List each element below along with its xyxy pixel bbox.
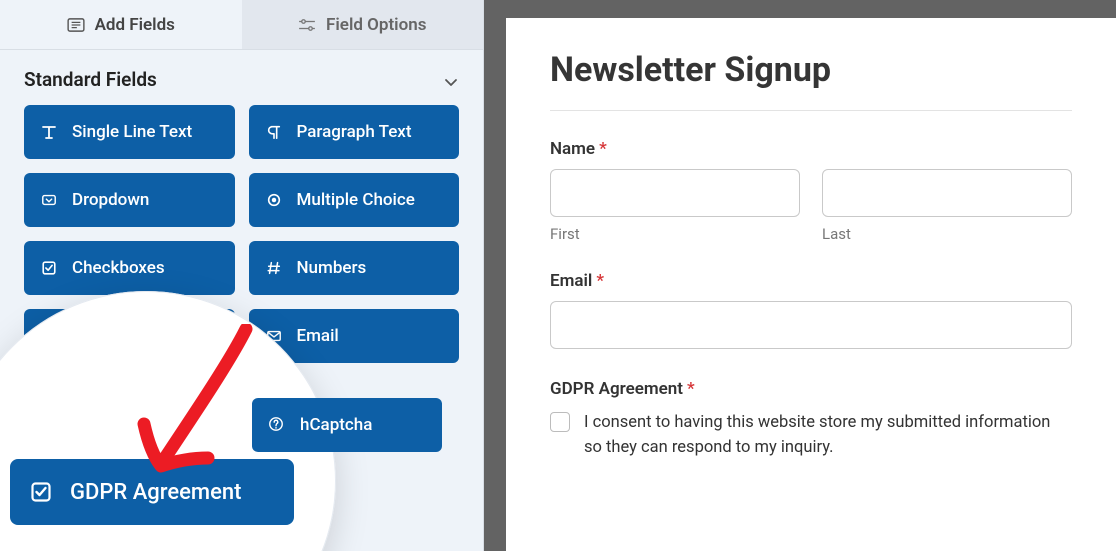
field-label: Multiple Choice (297, 190, 415, 210)
email-field-label: Email* (550, 271, 1072, 291)
gdpr-consent-checkbox[interactable] (550, 412, 570, 432)
form-preview-frame: Newsletter Signup Name* First Last Email… (484, 0, 1116, 551)
chevron-down-icon (443, 72, 459, 88)
field-label: GDPR Agreement (70, 480, 241, 505)
field-label: hCaptcha (300, 415, 372, 435)
field-dropdown[interactable]: Dropdown (24, 173, 235, 227)
field-gdpr-agreement[interactable]: GDPR Agreement (10, 459, 294, 525)
dropdown-icon (40, 191, 58, 209)
required-mark: * (599, 139, 607, 159)
tab-add-fields-label: Add Fields (95, 15, 175, 35)
field-numbers[interactable]: Numbers (249, 241, 460, 295)
text-icon (40, 123, 58, 141)
checkbox-icon (40, 259, 58, 277)
required-mark: * (687, 379, 695, 399)
field-label: Numbers (297, 258, 367, 278)
divider (550, 110, 1072, 111)
checkbox-icon (30, 481, 52, 503)
field-paragraph-text[interactable]: Paragraph Text (249, 105, 460, 159)
form-preview: Newsletter Signup Name* First Last Email… (506, 18, 1116, 551)
field-label: Paragraph Text (297, 122, 412, 142)
field-label: Single Line Text (72, 122, 192, 142)
field-single-line-text[interactable]: Single Line Text (24, 105, 235, 159)
email-input[interactable] (550, 301, 1072, 349)
field-label: Dropdown (72, 190, 149, 210)
name-field-label: Name* (550, 139, 1072, 159)
field-multiple-choice[interactable]: Multiple Choice (249, 173, 460, 227)
hash-icon (265, 259, 283, 277)
question-icon (268, 416, 286, 434)
field-hcaptcha[interactable]: hCaptcha (252, 398, 442, 452)
paragraph-icon (265, 123, 283, 141)
first-sublabel: First (550, 225, 800, 243)
field-label: Checkboxes (72, 258, 165, 278)
standard-fields-header[interactable]: Standard Fields (0, 50, 483, 105)
last-name-input[interactable] (822, 169, 1072, 217)
field-label: Email (297, 326, 339, 346)
radio-icon (265, 191, 283, 209)
field-checkboxes[interactable]: Checkboxes (24, 241, 235, 295)
add-fields-icon (67, 18, 85, 32)
tab-field-options-label: Field Options (326, 15, 426, 35)
required-mark: * (596, 271, 604, 291)
gdpr-consent-text: I consent to having this website store m… (584, 411, 1072, 461)
first-name-input[interactable] (550, 169, 800, 217)
section-title: Standard Fields (24, 68, 157, 91)
form-title: Newsletter Signup (550, 50, 1072, 90)
last-sublabel: Last (822, 225, 1072, 243)
fields-panel: Add Fields Field Options Standard Fields… (0, 0, 484, 551)
gdpr-field-label: GDPR Agreement* (550, 379, 1072, 399)
tab-field-options[interactable]: Field Options (242, 0, 484, 49)
tab-add-fields[interactable]: Add Fields (0, 0, 242, 49)
field-options-icon (298, 18, 316, 32)
